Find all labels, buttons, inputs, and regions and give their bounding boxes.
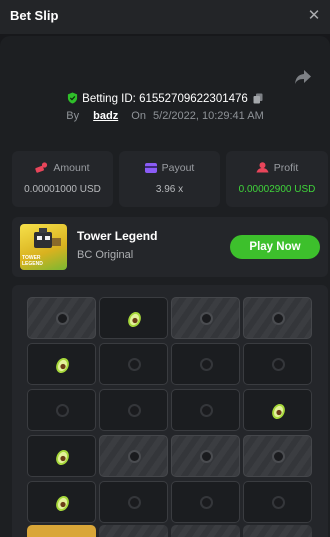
game-provider: BC Original bbox=[77, 249, 134, 261]
tower-tile-gem bbox=[243, 389, 312, 431]
by-label: By bbox=[66, 110, 80, 122]
bet-author-line: By badz On 5/2/2022, 10:29:41 AM bbox=[0, 110, 330, 122]
profit-icon bbox=[256, 162, 269, 173]
avocado-gem-icon bbox=[56, 495, 69, 512]
tower-tile-empty bbox=[171, 343, 240, 385]
play-now-button[interactable]: Play Now bbox=[230, 235, 320, 259]
bet-timestamp: 5/2/2022, 10:29:41 AM bbox=[153, 110, 264, 122]
hole-icon bbox=[128, 496, 141, 509]
hole-icon bbox=[272, 358, 285, 371]
payout-label: Payout bbox=[161, 162, 195, 174]
tower-tile-empty bbox=[99, 389, 168, 431]
username-link[interactable]: badz bbox=[93, 110, 118, 122]
bet-slip-panel: Betting ID: 61552709622301476 By badz On… bbox=[0, 36, 330, 537]
tower-row-next bbox=[27, 525, 96, 537]
tower-tile-unrevealed bbox=[27, 297, 96, 339]
betting-id-line: Betting ID: 61552709622301476 bbox=[0, 92, 330, 105]
tower-tile-gem bbox=[27, 481, 96, 523]
hole-icon bbox=[200, 404, 213, 417]
game-mascot-icon bbox=[34, 228, 61, 248]
hole-icon bbox=[56, 312, 69, 325]
avocado-gem-icon bbox=[56, 357, 69, 374]
hole-icon bbox=[272, 450, 285, 463]
hole-icon bbox=[128, 358, 141, 371]
game-card: TOWER LEGEND Tower Legend BC Original Pl… bbox=[12, 217, 328, 277]
profit-label: Profit bbox=[273, 162, 299, 174]
hole-icon bbox=[128, 404, 141, 417]
avocado-gem-icon bbox=[272, 403, 285, 420]
bet-slip-header: Bet Slip ✕ bbox=[0, 0, 330, 34]
share-icon[interactable] bbox=[294, 69, 312, 85]
tower-tile-unrevealed bbox=[99, 435, 168, 477]
wallet-icon bbox=[144, 163, 157, 173]
bet-stats: Amount 0.00001000 USD Payout 3.96 x Prof… bbox=[12, 151, 328, 207]
payout-value: 3.96 x bbox=[155, 184, 184, 195]
amount-label: Amount bbox=[53, 162, 90, 174]
tower-tile-empty bbox=[27, 389, 96, 431]
game-name[interactable]: Tower Legend bbox=[77, 229, 157, 243]
amount-stat: Amount 0.00001000 USD bbox=[12, 151, 113, 207]
on-label: On bbox=[131, 110, 146, 122]
payout-stat: Payout 3.96 x bbox=[119, 151, 220, 207]
hole-icon bbox=[272, 312, 285, 325]
tower-tile-empty bbox=[171, 481, 240, 523]
hole-icon bbox=[200, 496, 213, 509]
tower-tile-gem bbox=[27, 435, 96, 477]
close-icon[interactable]: ✕ bbox=[302, 4, 326, 28]
tower-tile-empty bbox=[171, 389, 240, 431]
hole-icon bbox=[56, 404, 69, 417]
tower-legend-thumbnail[interactable]: TOWER LEGEND bbox=[20, 224, 67, 270]
tower-row-next bbox=[243, 525, 312, 537]
tower-tile-empty bbox=[243, 481, 312, 523]
hole-icon bbox=[200, 450, 213, 463]
tower-tile-unrevealed bbox=[171, 297, 240, 339]
hole-icon bbox=[200, 358, 213, 371]
tower-tile-gem bbox=[27, 343, 96, 385]
tower-tile-empty bbox=[99, 343, 168, 385]
profit-value: 0.00002900 USD bbox=[238, 184, 316, 195]
tower-tile-empty bbox=[99, 481, 168, 523]
tower-tile-empty bbox=[243, 343, 312, 385]
shield-check-icon bbox=[68, 92, 78, 104]
avocado-gem-icon bbox=[128, 311, 141, 328]
coins-icon bbox=[35, 162, 48, 173]
tower-row-next bbox=[171, 525, 240, 537]
thumbnail-title: TOWER LEGEND bbox=[22, 255, 43, 267]
tower-tile-unrevealed bbox=[171, 435, 240, 477]
tower-board bbox=[12, 285, 328, 537]
hole-icon bbox=[128, 450, 141, 463]
avocado-gem-icon bbox=[56, 449, 69, 466]
tower-tile-unrevealed bbox=[243, 435, 312, 477]
hole-icon bbox=[272, 496, 285, 509]
tower-tile-gem bbox=[99, 297, 168, 339]
tower-row-next bbox=[99, 525, 168, 537]
profit-stat: Profit 0.00002900 USD bbox=[226, 151, 328, 207]
copy-icon[interactable] bbox=[253, 93, 263, 104]
amount-value: 0.00001000 USD bbox=[24, 184, 101, 195]
tower-tile-unrevealed bbox=[243, 297, 312, 339]
betting-id-value: 61552709622301476 bbox=[139, 93, 248, 105]
bet-slip-title: Bet Slip bbox=[10, 8, 59, 23]
betting-id-label: Betting ID: bbox=[82, 93, 136, 105]
hole-icon bbox=[200, 312, 213, 325]
